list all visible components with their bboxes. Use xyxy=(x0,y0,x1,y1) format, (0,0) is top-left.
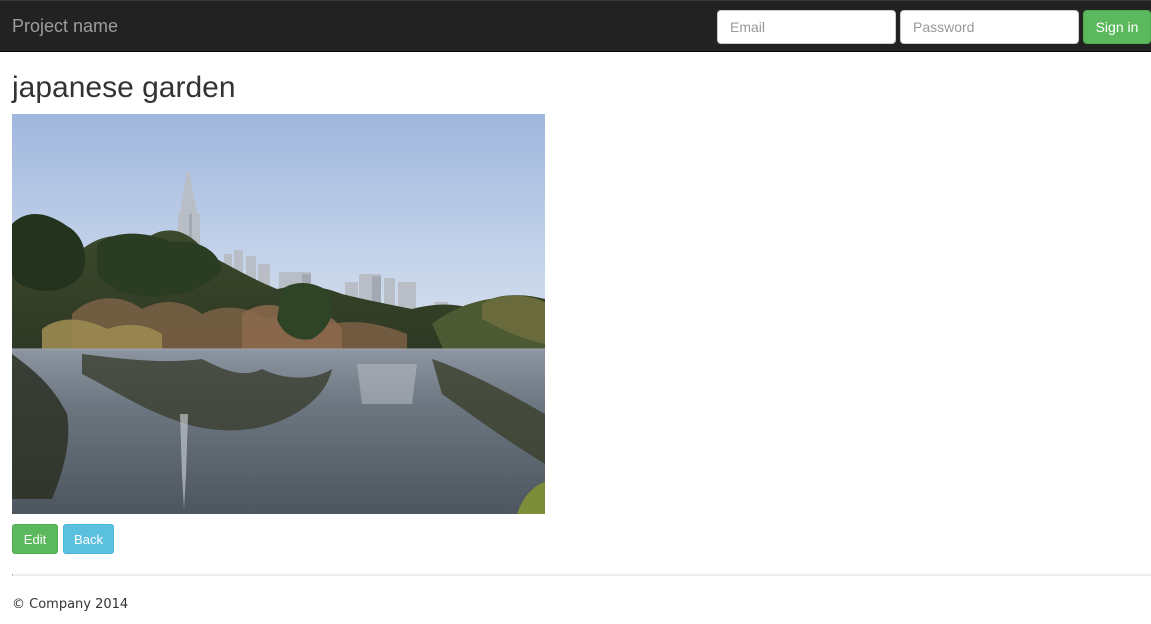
page-title: japanese garden xyxy=(12,71,236,104)
brand-link[interactable]: Project name xyxy=(12,16,118,36)
footer-divider xyxy=(12,574,1151,576)
email-field[interactable] xyxy=(717,10,896,44)
password-field[interactable] xyxy=(900,10,1079,44)
sign-in-button[interactable]: Sign in xyxy=(1083,10,1151,44)
top-navbar: Project name Sign in xyxy=(0,0,1151,52)
footer-copyright: © Company 2014 xyxy=(12,597,129,612)
edit-button[interactable]: Edit xyxy=(12,524,58,554)
back-button[interactable]: Back xyxy=(63,524,114,554)
garden-photo xyxy=(12,114,545,514)
